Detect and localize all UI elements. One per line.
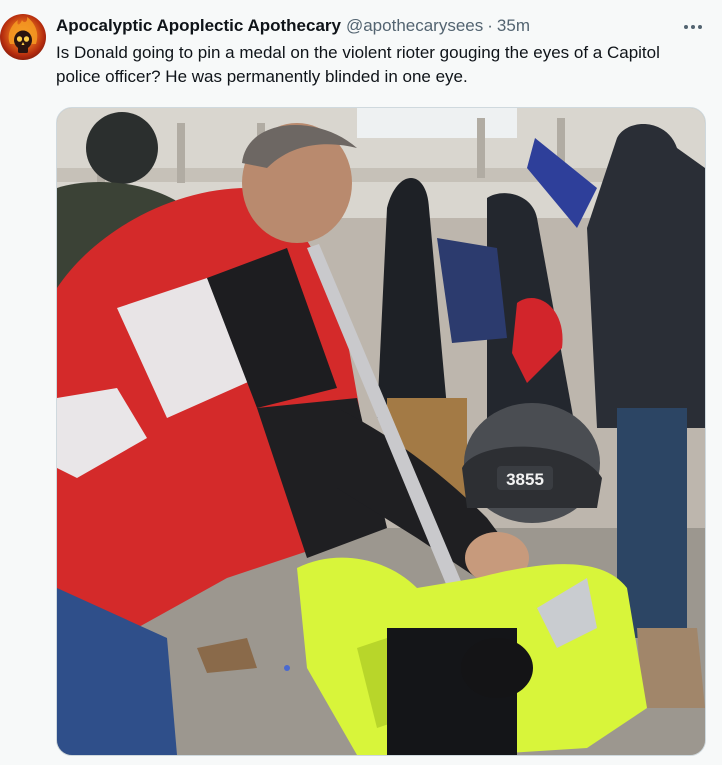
tweet-header: Apocalyptic Apoplectic Apothecary @apoth… xyxy=(56,15,530,37)
flaming-skull-icon xyxy=(8,17,38,53)
photo-illustration: 3855 xyxy=(57,108,705,755)
timestamp[interactable]: 35m xyxy=(497,15,530,37)
user-handle[interactable]: @apothecarysees xyxy=(346,15,483,37)
tweet: Apocalyptic Apoplectic Apothecary @apoth… xyxy=(0,0,722,765)
separator-dot: · xyxy=(487,16,493,35)
tweet-text: Is Donald going to pin a medal on the vi… xyxy=(56,43,660,86)
avatar[interactable] xyxy=(0,14,46,60)
more-dots-icon xyxy=(684,25,702,29)
helmet-number: 3855 xyxy=(506,470,544,489)
tweet-photo[interactable]: 3855 xyxy=(56,107,706,756)
display-name[interactable]: Apocalyptic Apoplectic Apothecary xyxy=(56,15,341,37)
more-options-button[interactable] xyxy=(680,14,706,40)
